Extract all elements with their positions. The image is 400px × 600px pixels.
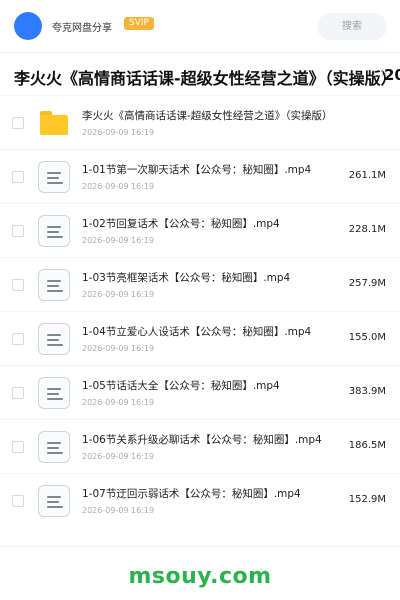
item-name: 李火火《高情商话话课-超级女性经营之道》（实操版） [82, 110, 333, 122]
item-date: 2026-09-09 16:19 [82, 182, 155, 191]
item-name: 1-07节迂回示弱话术【公众号：秘知圈】.mp4 [82, 488, 301, 500]
item-date: 2026-09-09 16:19 [82, 398, 155, 407]
file-list: 李火火《高情商话话课-超级女性经营之道》（实操版） 2026-09-09 16:… [0, 95, 400, 527]
item-name: 1-06节关系升级必聊话术【公众号：秘知圈】.mp4 [82, 434, 322, 446]
list-item[interactable]: 1-07节迂回示弱话术【公众号：秘知圈】.mp4 2026-09-09 16:1… [0, 473, 400, 527]
app-header: 夸克网盘分享 SVIP 搜索 [0, 0, 400, 52]
item-date: 2026-09-09 16:19 [82, 452, 155, 461]
item-checkbox[interactable] [12, 495, 24, 507]
video-file-icon [38, 161, 70, 193]
item-size: 383.9M [348, 386, 386, 397]
search-input[interactable]: 搜索 [317, 13, 387, 40]
item-name: 1-05节话话大全【公众号：秘知圈】.mp4 [82, 380, 280, 392]
video-file-icon [38, 215, 70, 247]
folder-icon [40, 111, 68, 135]
item-date: 2026-09-09 16:19 [82, 506, 155, 515]
item-name: 1-02节回复话术【公众号：秘知圈】.mp4 [82, 218, 280, 230]
item-size: 228.1M [348, 224, 386, 235]
brand-name: 夸克网盘分享 [52, 23, 112, 34]
list-item[interactable]: 1-02节回复话术【公众号：秘知圈】.mp4 2026-09-09 16:19 … [0, 203, 400, 257]
list-item[interactable]: 1-03节亮框架话术【公众号：秘知圈】.mp4 2026-09-09 16:19… [0, 257, 400, 311]
list-item[interactable]: 1-04节立爱心人设话术【公众号：秘知圈】.mp4 2026-09-09 16:… [0, 311, 400, 365]
item-size: 186.5M [348, 440, 386, 451]
item-size: 261.1M [348, 170, 386, 181]
video-file-icon [38, 431, 70, 463]
item-size: 152.9M [348, 494, 386, 505]
video-file-icon [38, 377, 70, 409]
item-size: 155.0M [348, 332, 386, 343]
item-name: 1-03节亮框架话术【公众号：秘知圈】.mp4 [82, 272, 291, 284]
list-item[interactable]: 1-01节第一次聊天话术【公众号：秘知圈】.mp4 2026-09-09 16:… [0, 149, 400, 203]
item-name: 1-04节立爱心人设话术【公众号：秘知圈】.mp4 [82, 326, 312, 338]
video-file-icon [38, 323, 70, 355]
item-checkbox[interactable] [12, 441, 24, 453]
list-item[interactable]: 1-06节关系升级必聊话术【公众号：秘知圈】.mp4 2026-09-09 16… [0, 419, 400, 473]
item-name: 1-01节第一次聊天话术【公众号：秘知圈】.mp4 [82, 164, 312, 176]
item-date: 2026-09-09 16:19 [82, 290, 155, 299]
item-checkbox[interactable] [12, 387, 24, 399]
video-file-icon [38, 485, 70, 517]
item-checkbox[interactable] [12, 171, 24, 183]
item-date: 2026-09-09 16:19 [82, 344, 155, 353]
share-title-row: 李火火《高情商话话课-超级女性经营之道》（实操版） 1.1G 20 [0, 53, 400, 95]
item-checkbox[interactable] [12, 333, 24, 345]
list-item[interactable]: 1-05节话话大全【公众号：秘知圈】.mp4 2026-09-09 16:19 … [0, 365, 400, 419]
item-size: 257.9M [348, 278, 386, 289]
item-date: 2026-09-09 16:19 [82, 128, 155, 137]
share-title-tail: 20 [384, 66, 400, 84]
item-checkbox[interactable] [12, 117, 24, 129]
share-title: 李火火《高情商话话课-超级女性经营之道》（实操版） [14, 69, 397, 88]
svip-badge: SVIP [124, 17, 154, 30]
item-checkbox[interactable] [12, 225, 24, 237]
list-item[interactable]: 李火火《高情商话话课-超级女性经营之道》（实操版） 2026-09-09 16:… [0, 95, 400, 149]
footer-brand: msouy.com [128, 564, 272, 589]
item-checkbox[interactable] [12, 279, 24, 291]
item-date: 2026-09-09 16:19 [82, 236, 155, 245]
avatar[interactable] [14, 12, 42, 40]
footer: msouy.com [0, 546, 400, 600]
video-file-icon [38, 269, 70, 301]
